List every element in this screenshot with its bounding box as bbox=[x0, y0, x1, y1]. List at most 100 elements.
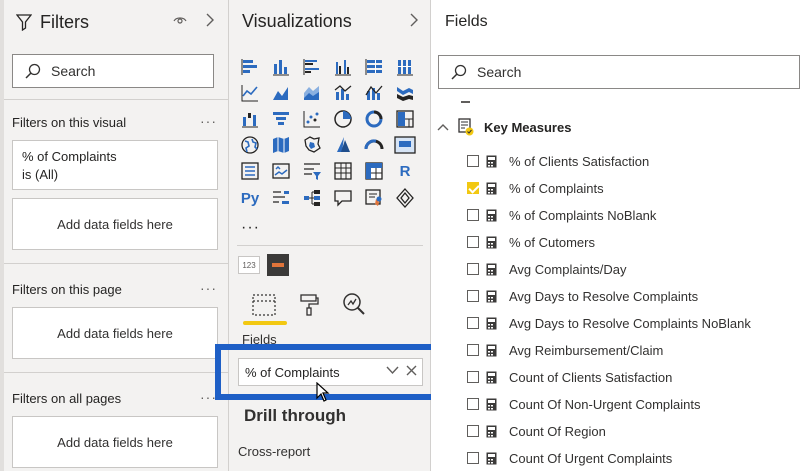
field-item[interactable]: Avg Days to Resolve Complaints NoBlank bbox=[467, 313, 751, 333]
calculator-icon bbox=[486, 317, 497, 329]
paint-roller-icon[interactable] bbox=[299, 293, 319, 317]
custom-visual-icon[interactable] bbox=[267, 254, 289, 276]
chevron-down-icon[interactable] bbox=[386, 366, 399, 375]
checkbox[interactable] bbox=[467, 452, 479, 464]
calculator-icon bbox=[486, 209, 497, 221]
r-visual-icon[interactable]: R bbox=[394, 160, 416, 182]
collapse-chevron-icon[interactable] bbox=[206, 13, 215, 27]
checkbox[interactable] bbox=[467, 317, 479, 329]
field-label: % of Clients Satisfaction bbox=[509, 153, 650, 169]
page-filter-drop-zone[interactable]: Add data fields here bbox=[12, 307, 218, 359]
checkbox[interactable] bbox=[467, 209, 479, 221]
multi-row-card-icon[interactable] bbox=[239, 160, 261, 182]
filter-card-field: % of Complaints bbox=[22, 149, 117, 164]
checkbox[interactable] bbox=[467, 398, 479, 410]
stacked-column-icon[interactable] bbox=[270, 56, 292, 78]
scatter-icon[interactable] bbox=[301, 108, 323, 130]
divider bbox=[4, 263, 229, 264]
checkbox[interactable] bbox=[467, 371, 479, 383]
map-icon[interactable] bbox=[239, 134, 261, 156]
field-item[interactable]: Count Of Non-Urgent Complaints bbox=[467, 394, 700, 414]
more-options-icon[interactable]: ··· bbox=[200, 280, 217, 296]
clustered-column-icon[interactable] bbox=[332, 56, 354, 78]
chevron-up-icon[interactable] bbox=[437, 123, 449, 131]
checkbox[interactable] bbox=[467, 155, 479, 167]
donut-chart-icon[interactable] bbox=[363, 108, 385, 130]
shape-map-icon[interactable] bbox=[301, 134, 323, 156]
search-icon bbox=[25, 63, 41, 79]
field-well-value: % of Complaints bbox=[245, 364, 340, 380]
pie-chart-icon[interactable] bbox=[332, 108, 354, 130]
divider bbox=[4, 372, 229, 373]
field-item[interactable]: Avg Reimbursement/Claim bbox=[467, 340, 663, 360]
more-options-icon[interactable]: ··· bbox=[200, 113, 217, 129]
python-visual-icon[interactable]: Py bbox=[239, 187, 261, 209]
checkbox[interactable] bbox=[467, 263, 479, 275]
decomposition-tree-icon[interactable] bbox=[301, 187, 323, 209]
line-stacked-column-icon[interactable] bbox=[363, 82, 385, 104]
field-item[interactable]: % of Complaints bbox=[467, 178, 604, 198]
smart-narrative-icon[interactable] bbox=[363, 187, 385, 209]
checkbox-checked[interactable] bbox=[467, 182, 479, 194]
table-icon[interactable] bbox=[332, 160, 354, 182]
fields-search-placeholder: Search bbox=[477, 64, 522, 80]
filters-on-page-label: Filters on this page bbox=[12, 282, 122, 297]
gauge-icon[interactable] bbox=[363, 134, 385, 156]
100-stacked-column-icon[interactable] bbox=[394, 56, 416, 78]
table-key-measures[interactable]: Key Measures bbox=[437, 117, 571, 137]
stacked-bar-icon[interactable] bbox=[239, 56, 261, 78]
fields-search-input[interactable]: Search bbox=[438, 55, 800, 89]
calculator-icon bbox=[486, 452, 497, 464]
waterfall-icon[interactable] bbox=[239, 108, 261, 130]
field-item[interactable]: % of Complaints NoBlank bbox=[467, 205, 656, 225]
azure-map-icon[interactable] bbox=[332, 134, 354, 156]
matrix-icon[interactable] bbox=[363, 160, 385, 182]
field-label: % of Complaints NoBlank bbox=[509, 207, 657, 223]
checkbox[interactable] bbox=[467, 425, 479, 437]
ribbon-chart-icon[interactable] bbox=[394, 82, 416, 104]
field-label: Avg Complaints/Day bbox=[509, 261, 627, 277]
custom-visual-123-icon[interactable]: 123 bbox=[238, 256, 260, 274]
paginated-report-icon[interactable] bbox=[394, 187, 416, 209]
add-data-fields-label: Add data fields here bbox=[57, 216, 173, 232]
line-chart-icon[interactable] bbox=[239, 82, 261, 104]
treemap-icon[interactable] bbox=[394, 108, 416, 130]
filled-map-icon[interactable] bbox=[270, 134, 292, 156]
measure-table-icon bbox=[458, 118, 474, 136]
checkbox[interactable] bbox=[467, 344, 479, 356]
filters-search-input[interactable]: Search bbox=[12, 54, 214, 88]
kpi-icon[interactable] bbox=[270, 160, 292, 182]
100-stacked-bar-icon[interactable] bbox=[363, 56, 385, 78]
field-item[interactable]: Avg Days to Resolve Complaints bbox=[467, 286, 698, 306]
collapse-chevron-icon[interactable] bbox=[410, 13, 419, 27]
field-well-complaints[interactable]: % of Complaints bbox=[238, 358, 423, 386]
area-chart-icon[interactable] bbox=[270, 82, 292, 104]
eye-icon[interactable] bbox=[173, 15, 187, 25]
funnel-icon[interactable] bbox=[270, 108, 292, 130]
close-icon[interactable] bbox=[406, 365, 417, 376]
checkbox[interactable] bbox=[467, 290, 479, 302]
analytics-magnifier-icon[interactable] bbox=[341, 291, 367, 317]
qa-icon[interactable] bbox=[332, 187, 354, 209]
field-item[interactable]: Count of Clients Satisfaction bbox=[467, 367, 672, 387]
add-data-fields-label: Add data fields here bbox=[57, 434, 173, 450]
clustered-bar-icon[interactable] bbox=[301, 56, 323, 78]
visual-filter-drop-zone[interactable]: Add data fields here bbox=[12, 198, 218, 250]
field-item[interactable]: Avg Complaints/Day bbox=[467, 259, 627, 279]
field-item[interactable]: % of Cutomers bbox=[467, 232, 595, 252]
field-item[interactable]: % of Clients Satisfaction bbox=[467, 151, 649, 171]
field-item[interactable]: Count Of Region bbox=[467, 421, 606, 441]
field-item[interactable]: Count Of Urgent Complaints bbox=[467, 448, 672, 468]
key-influencers-icon[interactable] bbox=[270, 187, 292, 209]
stacked-area-icon[interactable] bbox=[301, 82, 323, 104]
more-visuals-icon[interactable]: ··· bbox=[241, 219, 260, 237]
filter-card-complaints[interactable]: % of Complaints is (All) bbox=[12, 140, 218, 190]
more-options-icon[interactable]: ··· bbox=[200, 389, 217, 405]
fields-tab-icon[interactable] bbox=[251, 293, 277, 317]
card-icon[interactable] bbox=[394, 134, 416, 156]
fields-title: Fields bbox=[445, 13, 488, 30]
line-clustered-column-icon[interactable] bbox=[332, 82, 354, 104]
slicer-icon[interactable] bbox=[301, 160, 323, 182]
checkbox[interactable] bbox=[467, 236, 479, 248]
all-pages-filter-drop-zone[interactable]: Add data fields here bbox=[12, 416, 218, 468]
